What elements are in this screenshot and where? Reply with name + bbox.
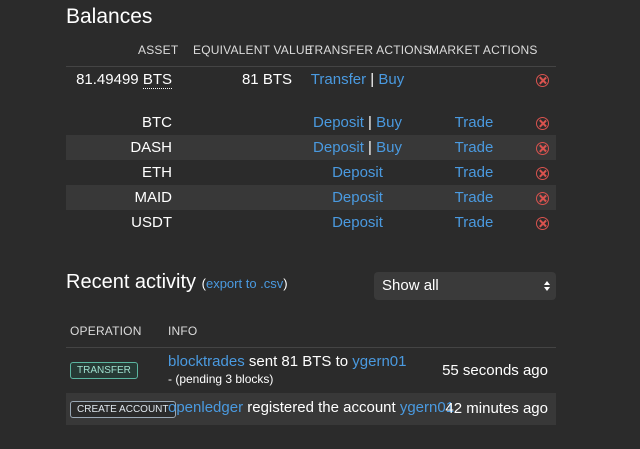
bts-symbol[interactable]: BTS	[142, 71, 172, 89]
balance-row-bts: 81.49499 BTS 81 BTS Transfer | Buy	[66, 67, 556, 92]
balance-row-maid: MAID Deposit Trade	[66, 185, 556, 210]
filter-value: Show all	[382, 277, 439, 294]
remove-icon[interactable]	[528, 160, 556, 185]
deposit-link[interactable]: Deposit	[295, 185, 420, 210]
asset-amount: 81.49499 BTS	[76, 67, 172, 92]
export-wrapper: (export to .csv)	[202, 276, 288, 291]
buy-link[interactable]: Buy	[378, 71, 404, 88]
bts-amount: 81.49499	[76, 71, 139, 88]
bts-equivalent: 81 BTS	[241, 71, 292, 88]
remove-icon[interactable]	[528, 110, 556, 135]
activity-time: 42 minutes ago	[445, 400, 548, 417]
remove-icon[interactable]	[528, 185, 556, 210]
pending-note: - (pending 3 blocks)	[168, 372, 274, 386]
paren-close: )	[283, 276, 288, 291]
deposit-link[interactable]: Deposit	[295, 210, 420, 235]
activity-filter-select[interactable]: Show all	[374, 272, 556, 300]
asset-name: ETH	[142, 164, 172, 181]
buy-link[interactable]: Buy	[376, 114, 402, 131]
account-link-from[interactable]: blocktrades	[168, 353, 245, 370]
dash-transfer-actions: Deposit | Buy	[295, 135, 420, 160]
balance-row-dash: DASH Deposit | Buy Trade	[66, 135, 556, 160]
transfer-link[interactable]: Transfer	[311, 71, 366, 88]
header-info: INFO	[168, 324, 198, 338]
asset-name: DASH	[130, 139, 172, 156]
trade-link[interactable]: Trade	[421, 135, 527, 160]
asset-name: BTC	[142, 114, 172, 131]
activity-info: openledger registered the account ygern0…	[168, 399, 454, 416]
header-market-actions: MARKET ACTIONS	[429, 43, 538, 57]
activity-info: blocktrades sent 81 BTS to ygern01 - (pe…	[168, 353, 407, 386]
export-csv-link[interactable]: export to .csv	[206, 276, 283, 291]
account-link-from[interactable]: openledger	[168, 399, 243, 416]
activity-text: sent 81 BTS to	[244, 353, 353, 370]
balance-row-usdt: USDT Deposit Trade	[66, 210, 556, 235]
asset-name: MAID	[134, 189, 173, 206]
separator: |	[368, 139, 372, 156]
recent-activity-title: Recent activity (export to .csv)	[66, 271, 288, 294]
remove-icon[interactable]	[528, 210, 556, 235]
bts-transfer-actions: Transfer | Buy	[295, 67, 420, 92]
header-equivalent-value: EQUIVALENT VALUE	[193, 43, 313, 57]
remove-icon[interactable]	[528, 135, 556, 160]
create-account-tag: CREATE ACCOUNT	[70, 401, 176, 418]
trade-link[interactable]: Trade	[421, 160, 527, 185]
recent-title-text: Recent activity	[66, 271, 197, 293]
header-operation: OPERATION	[70, 324, 142, 338]
balances-title: Balances	[66, 5, 153, 28]
balance-row-eth: ETH Deposit Trade	[66, 160, 556, 185]
trade-link[interactable]: Trade	[421, 185, 527, 210]
deposit-link[interactable]: Deposit	[313, 139, 364, 156]
header-transfer-actions: TRANSFER ACTIONS	[307, 43, 431, 57]
activity-text: registered the account	[243, 399, 400, 416]
asset-name: USDT	[131, 214, 172, 231]
transfer-tag: TRANSFER	[70, 362, 138, 379]
btc-transfer-actions: Deposit | Buy	[295, 110, 420, 135]
activity-row-create-account: CREATE ACCOUNT openledger registered the…	[66, 393, 556, 425]
trade-link[interactable]: Trade	[421, 210, 527, 235]
operation-cell: CREATE ACCOUNT	[70, 399, 176, 418]
deposit-link[interactable]: Deposit	[295, 160, 420, 185]
trade-link[interactable]: Trade	[421, 110, 527, 135]
operation-cell: TRANSFER	[70, 360, 138, 379]
header-asset: ASSET	[138, 43, 179, 57]
remove-icon[interactable]	[528, 67, 556, 92]
sort-arrows-icon	[544, 281, 550, 291]
activity-time: 55 seconds ago	[442, 362, 548, 379]
separator: |	[368, 114, 372, 131]
separator: |	[370, 71, 375, 88]
deposit-link[interactable]: Deposit	[313, 114, 364, 131]
balance-row-btc: BTC Deposit | Buy Trade	[66, 110, 556, 135]
buy-link[interactable]: Buy	[376, 139, 402, 156]
account-link-to[interactable]: ygern01	[352, 353, 406, 370]
activity-row-transfer: TRANSFER blocktrades sent 81 BTS to yger…	[66, 348, 556, 392]
